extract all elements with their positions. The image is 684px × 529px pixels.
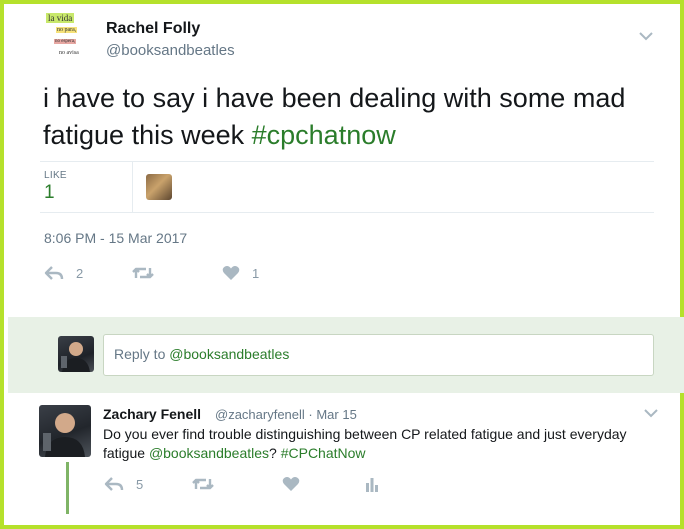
thread-line <box>66 462 69 514</box>
reply-tweet-reply-button[interactable]: 5 <box>104 476 143 492</box>
avatar-text-line-1: la vida <box>46 13 75 23</box>
heart-icon <box>282 477 300 491</box>
stats-divider <box>132 162 133 212</box>
heart-icon <box>222 266 240 280</box>
chevron-down-icon[interactable] <box>638 30 654 42</box>
person-photo <box>43 413 85 457</box>
reply-tweet-analytics-button[interactable] <box>365 476 379 492</box>
retweet-button[interactable] <box>132 265 166 281</box>
reply-tweet-retweet-button[interactable] <box>192 476 214 492</box>
likes-label: LIKE <box>44 170 67 181</box>
reply-placeholder-prefix: Reply to <box>114 346 170 362</box>
reply-tweet-text: Do you ever find trouble distinguishing … <box>103 425 643 463</box>
tweet-card: la vida no para, no espera, no avisa Rac… <box>0 0 684 529</box>
author-avatar[interactable]: la vida no para, no espera, no avisa <box>42 10 94 62</box>
analytics-icon <box>366 478 378 492</box>
tweet-text: i have to say i have been dealing with s… <box>43 80 663 154</box>
reply-author-meta[interactable]: @zacharyfenell · Mar 15 <box>215 407 357 422</box>
reply-button[interactable]: 2 <box>44 265 83 281</box>
current-user-avatar <box>58 336 94 372</box>
liker-avatar[interactable] <box>146 174 172 200</box>
reply-author-avatar[interactable] <box>39 405 91 457</box>
person-photo <box>61 342 90 372</box>
retweet-icon <box>192 478 214 490</box>
avatar-text-line-3: no espera, <box>54 39 77 44</box>
likes-count[interactable]: 1 <box>44 182 55 204</box>
reply-author-name[interactable]: Zachary Fenell <box>103 406 201 422</box>
reply-icon <box>44 266 64 280</box>
avatar-text-line-2: no para, <box>56 27 78 33</box>
reply-icon <box>104 477 124 491</box>
avatar-text-line-4: no avisa <box>59 50 79 56</box>
reply-input[interactable]: Reply to @booksandbeatles <box>103 334 654 376</box>
author-name[interactable]: Rachel Folly <box>106 20 200 38</box>
reply-mention-link[interactable]: @booksandbeatles <box>149 445 269 461</box>
like-count: 1 <box>252 265 260 281</box>
reply-text-part-2: ? <box>269 445 281 461</box>
chevron-down-icon[interactable] <box>643 407 659 419</box>
reply-tweet-reply-count: 5 <box>136 476 144 492</box>
reply-placeholder-handle: @booksandbeatles <box>169 346 290 362</box>
reply-count: 2 <box>76 265 84 281</box>
author-handle[interactable]: @booksandbeatles <box>106 42 235 59</box>
tweet-hashtag-link[interactable]: #cpchatnow <box>252 120 396 150</box>
reply-hashtag-link[interactable]: #CPChatNow <box>281 445 366 461</box>
like-button[interactable]: 1 <box>222 265 259 281</box>
tweet-timestamp[interactable]: 8:06 PM - 15 Mar 2017 <box>44 230 187 246</box>
retweet-icon <box>132 267 154 279</box>
divider <box>40 212 654 213</box>
reply-tweet-like-button[interactable] <box>282 476 300 492</box>
